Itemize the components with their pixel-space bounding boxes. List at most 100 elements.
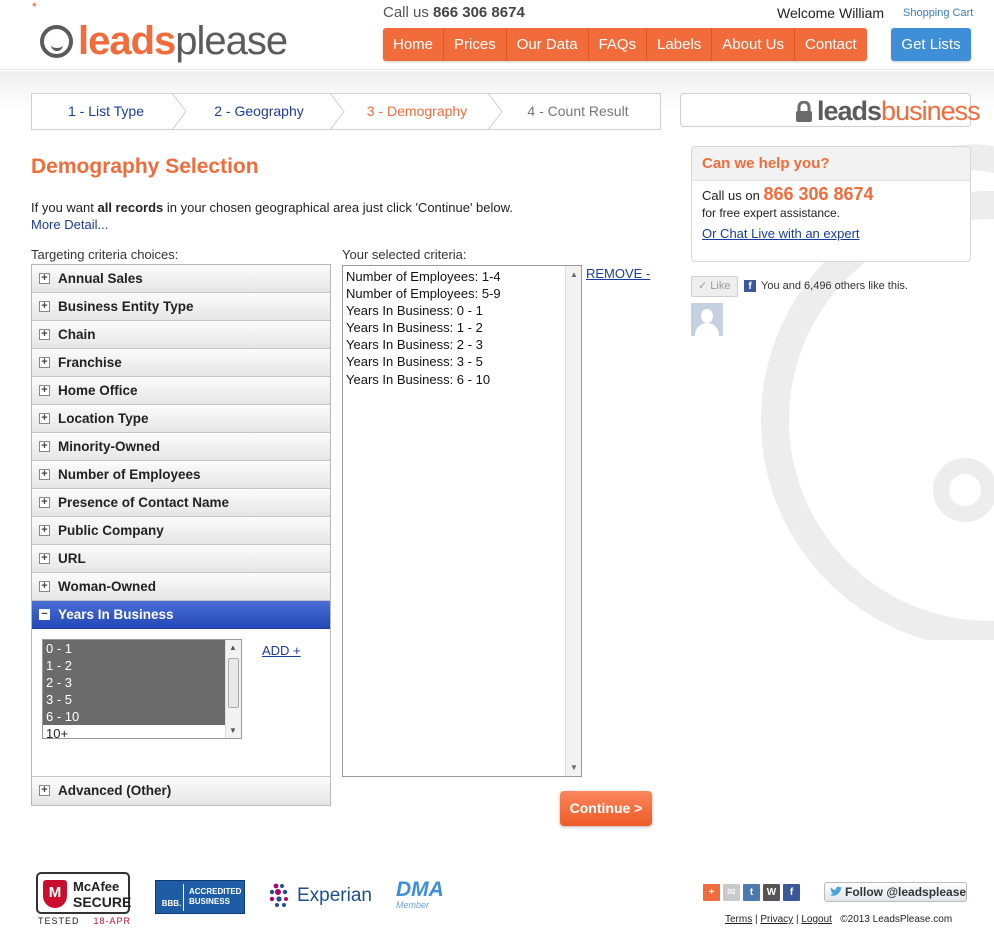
- criterion-label: Years In Business: [58, 607, 174, 622]
- expand-plus-icon: +: [39, 385, 50, 396]
- criterion-minority-owned[interactable]: + Minority-Owned: [32, 433, 330, 461]
- twitter-icon[interactable]: t: [743, 884, 760, 901]
- criterion-annual-sales[interactable]: + Annual Sales: [32, 265, 330, 293]
- facebook-share-icon[interactable]: f: [783, 884, 800, 901]
- step-geography[interactable]: 2 - Geography: [180, 93, 345, 130]
- step-chevron-icon: [330, 93, 345, 130]
- expand-plus-icon: +: [39, 301, 50, 312]
- leadsbusiness-word-leads: leads: [817, 96, 882, 126]
- email-icon[interactable]: ✉: [723, 884, 740, 901]
- mcafee-secure-badge[interactable]: M McAfee SECURE: [36, 872, 131, 914]
- mcafee-shield-icon: M: [43, 880, 67, 908]
- criterion-years-in-business[interactable]: − Years In Business: [32, 601, 330, 629]
- criterion-public-company[interactable]: + Public Company: [32, 517, 330, 545]
- wordpress-icon[interactable]: W: [763, 884, 780, 901]
- continue-button[interactable]: Continue >: [560, 791, 652, 826]
- selected-item[interactable]: Years In Business: 0 - 1: [346, 302, 501, 319]
- criterion-home-office[interactable]: + Home Office: [32, 377, 330, 405]
- criterion-label: URL: [58, 551, 86, 566]
- privacy-link[interactable]: Privacy: [760, 914, 793, 925]
- nav-home[interactable]: Home: [383, 28, 445, 61]
- criterion-woman-owned[interactable]: + Woman-Owned: [32, 573, 330, 601]
- remove-criteria-link[interactable]: REMOVE -: [586, 266, 650, 281]
- help-heading: Can we help you?: [692, 147, 970, 181]
- step-list-type[interactable]: 1 - List Type: [32, 93, 187, 130]
- criterion-label: Location Type: [58, 411, 149, 426]
- step-chevron-icon: [488, 93, 503, 130]
- leadsbusiness-banner[interactable]: leadsbusiness: [680, 93, 981, 127]
- criterion-url[interactable]: + URL: [32, 545, 330, 573]
- criterion-label: Business Entity Type: [58, 299, 194, 314]
- bbb-accredited-badge[interactable]: BBB. ACCREDITED BUSINESS: [155, 880, 245, 914]
- criterion-advanced-other[interactable]: + Advanced (Other): [32, 777, 330, 805]
- facebook-icon: f: [744, 280, 756, 292]
- scroll-down-arrow-icon[interactable]: ▼: [229, 726, 237, 735]
- nav-labels[interactable]: Labels: [647, 28, 713, 61]
- add-plus-icon[interactable]: +: [703, 884, 720, 901]
- terms-link[interactable]: Terms: [725, 914, 752, 925]
- dma-text: DMA: [396, 878, 444, 901]
- scroll-up-arrow-icon[interactable]: ▲: [570, 270, 578, 279]
- page-title: Demography Selection: [31, 155, 259, 178]
- criterion-presence-of-contact-name[interactable]: + Presence of Contact Name: [32, 489, 330, 517]
- criterion-label: Chain: [58, 327, 96, 342]
- facebook-like-button[interactable]: ✓ Like: [691, 276, 738, 297]
- nav-about-us[interactable]: About Us: [712, 28, 795, 61]
- mcafee-tested: TESTED: [38, 916, 80, 926]
- option-2-3[interactable]: 2 - 3: [43, 674, 226, 691]
- selected-criteria-label: Your selected criteria:: [342, 247, 467, 262]
- facebook-avatar[interactable]: [691, 303, 723, 336]
- option-3-5[interactable]: 3 - 5: [43, 691, 226, 708]
- logo-word-please: please: [175, 19, 288, 63]
- criterion-franchise[interactable]: + Franchise: [32, 349, 330, 377]
- option-10-plus[interactable]: 10+: [43, 725, 226, 738]
- bbb-line2: BUSINESS: [189, 897, 230, 906]
- nav-prices[interactable]: Prices: [444, 28, 507, 61]
- selected-item[interactable]: Number of Employees: 1-4: [346, 268, 501, 285]
- criterion-business-entity-type[interactable]: + Business Entity Type: [32, 293, 330, 321]
- logout-link[interactable]: Logout: [801, 914, 832, 925]
- years-in-business-listbox[interactable]: 0 - 1 1 - 2 2 - 3 3 - 5 6 - 10 10+ ▲ ▼: [42, 639, 242, 739]
- step-label: 1 - List Type: [67, 103, 144, 119]
- get-lists-button[interactable]: Get Lists: [891, 28, 971, 61]
- criterion-number-of-employees[interactable]: + Number of Employees: [32, 461, 330, 489]
- more-detail-link[interactable]: More Detail...: [31, 217, 108, 232]
- add-criteria-link[interactable]: ADD +: [262, 643, 301, 658]
- twitter-follow-label: Follow @leadsplease: [845, 885, 967, 899]
- twitter-bird-icon: [830, 886, 842, 896]
- nav-contact[interactable]: Contact: [795, 28, 867, 61]
- step-label: 4 - Count Result: [527, 103, 629, 119]
- scroll-thumb[interactable]: [228, 658, 239, 708]
- facebook-like-count: You and 6,496 others like this.: [761, 280, 908, 292]
- selected-item[interactable]: Years In Business: 1 - 2: [346, 319, 501, 336]
- nav-faqs[interactable]: FAQs: [589, 28, 648, 61]
- selected-item[interactable]: Number of Employees: 5-9: [346, 285, 501, 302]
- listbox-scrollbar[interactable]: ▲ ▼: [225, 640, 241, 738]
- expand-plus-icon: +: [39, 785, 50, 796]
- expand-plus-icon: +: [39, 553, 50, 564]
- selected-item[interactable]: Years In Business: 2 - 3: [346, 336, 501, 353]
- nav-our-data[interactable]: Our Data: [507, 28, 589, 61]
- criterion-label: Annual Sales: [58, 271, 143, 286]
- option-0-1[interactable]: 0 - 1: [43, 640, 226, 657]
- selected-item[interactable]: Years In Business: 6 - 10: [346, 371, 501, 388]
- selected-item[interactable]: Years In Business: 3 - 5: [346, 353, 501, 370]
- criterion-label: Presence of Contact Name: [58, 495, 230, 510]
- welcome-message: Welcome William: [777, 5, 885, 21]
- experian-dots-icon: [269, 883, 288, 907]
- criterion-location-type[interactable]: + Location Type: [32, 405, 330, 433]
- selected-scrollbar[interactable]: ▲ ▼: [565, 266, 581, 776]
- help-assist-text: for free expert assistance.: [702, 206, 841, 220]
- scroll-up-arrow-icon[interactable]: ▲: [229, 643, 237, 652]
- dma-member-badge[interactable]: DMA Member: [396, 878, 444, 910]
- chat-live-link[interactable]: Or Chat Live with an expert: [702, 226, 860, 241]
- criterion-label: Advanced (Other): [58, 783, 172, 798]
- scroll-down-arrow-icon[interactable]: ▼: [570, 763, 578, 772]
- shopping-cart-link[interactable]: Shopping Cart: [903, 7, 973, 19]
- selected-criteria-listbox[interactable]: Number of Employees: 1-4 Number of Emplo…: [342, 265, 582, 777]
- step-demography[interactable]: 3 - Demography: [338, 93, 503, 130]
- twitter-follow-button[interactable]: Follow @leadsplease: [824, 882, 967, 902]
- criterion-chain[interactable]: + Chain: [32, 321, 330, 349]
- option-1-2[interactable]: 1 - 2: [43, 657, 226, 674]
- option-6-10[interactable]: 6 - 10: [43, 708, 226, 725]
